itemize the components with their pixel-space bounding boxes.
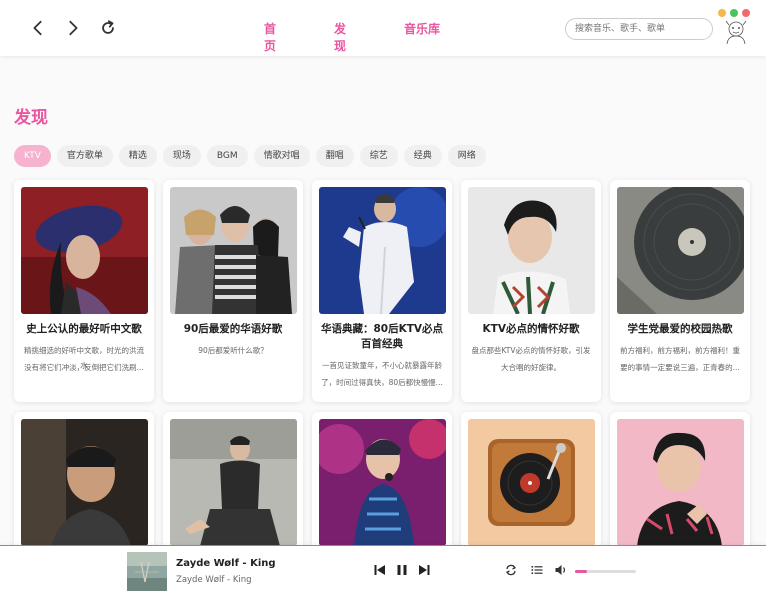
volume-button[interactable] (554, 563, 568, 577)
minimize-dot[interactable] (718, 9, 726, 17)
skip-next-icon (419, 565, 430, 575)
playlist-cover (21, 419, 148, 546)
pause-button[interactable] (395, 563, 409, 577)
tab-home[interactable]: 首页 (264, 20, 276, 54)
playlist-title: KTV必点的情怀好歌 (482, 323, 580, 335)
playlist-desc-line: 了，时间过得真快，80后都快慢慢... (321, 378, 443, 387)
playlist-cover (617, 419, 744, 546)
playlist-desc-line: 一首见证致童年，不小心就暴露年龄 (322, 361, 442, 370)
playlist-title: 华语典藏：80后KTV必点百首经典 (320, 323, 444, 350)
back-button[interactable] (27, 17, 49, 39)
pause-icon (397, 565, 407, 575)
playlist-card[interactable]: 学生党最爱的校园热歌 前方福利，前方福利，前方福利！重 要的事情一定要说三遍，正… (610, 180, 750, 402)
playlist-cover (319, 187, 446, 314)
playlist-desc-line: 没有将它们冲淡，反倒把它们洗刷... (24, 363, 144, 372)
volume-level (575, 570, 588, 573)
category-cover[interactable]: 翻唱 (315, 145, 354, 167)
category-featured[interactable]: 精选 (118, 145, 157, 167)
playlist-desc-line: 前方福利，前方福利，前方福利！重 (620, 346, 740, 355)
page-title: 发现 (14, 108, 48, 128)
playlist-cover (21, 187, 148, 314)
category-official[interactable]: 官方歌单 (56, 145, 113, 167)
next-button[interactable] (417, 563, 431, 577)
forward-button[interactable] (62, 17, 84, 39)
maximize-dot[interactable] (730, 9, 738, 17)
playlist-card[interactable]: 史上公认的最好听中文歌 精挑细选的好听中文歌，时光的洪流水 没有将它们冲淡，反倒… (14, 180, 154, 402)
tab-library[interactable]: 音乐库 (404, 20, 440, 37)
avatar[interactable] (722, 18, 750, 44)
chevron-left-icon (33, 20, 42, 36)
skip-previous-icon (374, 565, 385, 575)
category-bgm[interactable]: BGM (206, 145, 248, 167)
playlist-cover (319, 419, 446, 546)
category-classic[interactable]: 经典 (403, 145, 442, 167)
now-playing-title: Zayde Wølf - King (176, 558, 276, 569)
playlist-cover (617, 187, 744, 314)
app-window: 首页 发现 音乐库 发现 KTV 官方歌单 精选 现场 BGM 情歌对唱 翻唱 … (0, 0, 766, 591)
playlist-queue-button[interactable] (530, 563, 544, 577)
now-playing-cover[interactable] (127, 552, 167, 591)
playlist-cover (170, 419, 297, 546)
playlist-title: 学生党最爱的校园热歌 (627, 323, 733, 335)
repeat-icon (505, 564, 517, 576)
playlist-desc-line: 要的事情一定要说三遍，正青春的... (620, 363, 740, 372)
playlist-cover (468, 187, 595, 314)
category-ktv[interactable]: KTV (14, 145, 51, 167)
playlist-desc-line: 大合唱的好旋律。 (501, 363, 561, 372)
category-live[interactable]: 现场 (162, 145, 201, 167)
playlist-card[interactable]: 90后最爱的华语好歌 90后都爱听什么歌？ (163, 180, 303, 402)
playlist-title: 90后最爱的华语好歌 (183, 323, 283, 335)
top-bar: 首页 发现 音乐库 (0, 0, 766, 56)
refresh-icon (102, 20, 114, 34)
window-controls (718, 9, 750, 17)
close-dot[interactable] (742, 9, 750, 17)
list-icon (531, 566, 543, 574)
playlist-desc-line: 90后都爱听什么歌？ (198, 346, 268, 355)
tab-discover[interactable]: 发现 (334, 20, 346, 54)
volume-icon (555, 565, 566, 575)
chevron-right-icon (69, 20, 78, 36)
playlist-card[interactable]: KTV必点的情怀好歌 盘点那些KTV必点的情怀好歌，引发 大合唱的好旋律。 (461, 180, 601, 402)
playlist-cover (170, 187, 297, 314)
volume-slider[interactable] (575, 570, 636, 573)
category-list: KTV 官方歌单 精选 现场 BGM 情歌对唱 翻唱 综艺 经典 网络 (14, 145, 486, 167)
category-duet[interactable]: 情歌对唱 (253, 145, 310, 167)
category-internet[interactable]: 网络 (447, 145, 486, 167)
playlist-title: 史上公认的最好听中文歌 (26, 323, 142, 335)
category-variety[interactable]: 综艺 (359, 145, 398, 167)
playlist-desc-line: 盘点那些KTV必点的情怀好歌，引发 (471, 346, 591, 355)
now-playing-artist[interactable]: Zayde Wølf - King (176, 575, 252, 585)
player-bar: Zayde Wølf - King Zayde Wølf - King (0, 545, 766, 591)
playlist-cover (468, 419, 595, 546)
previous-button[interactable] (373, 563, 387, 577)
refresh-button[interactable] (97, 17, 119, 39)
playlist-card[interactable]: 华语典藏：80后KTV必点百首经典 一首见证致童年，不小心就暴露年龄 了，时间过… (312, 180, 452, 402)
repeat-button[interactable] (504, 563, 518, 577)
search-input[interactable] (565, 18, 713, 40)
